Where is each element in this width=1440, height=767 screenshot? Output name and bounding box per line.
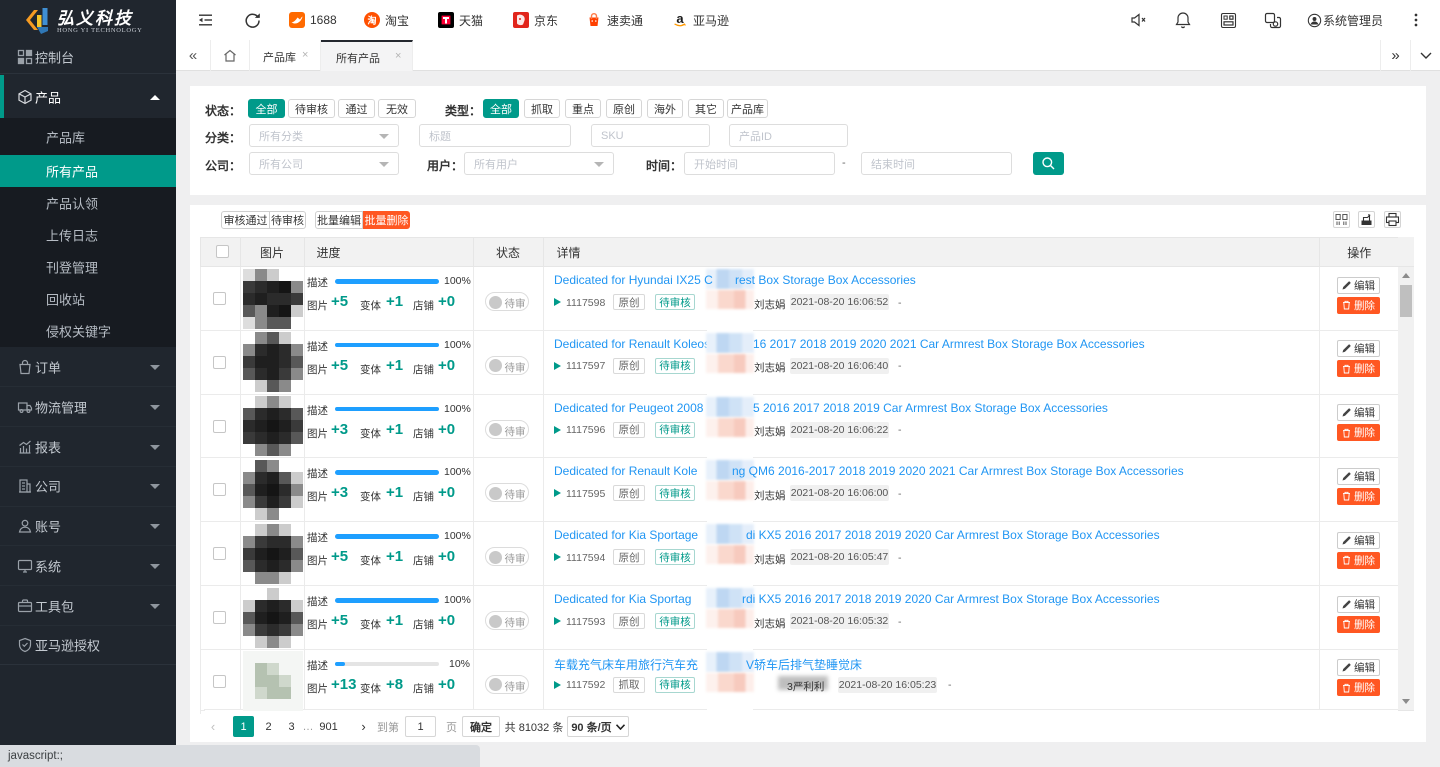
svg-text:淘: 淘 [367, 15, 376, 26]
svg-text:a: a [676, 12, 684, 26]
